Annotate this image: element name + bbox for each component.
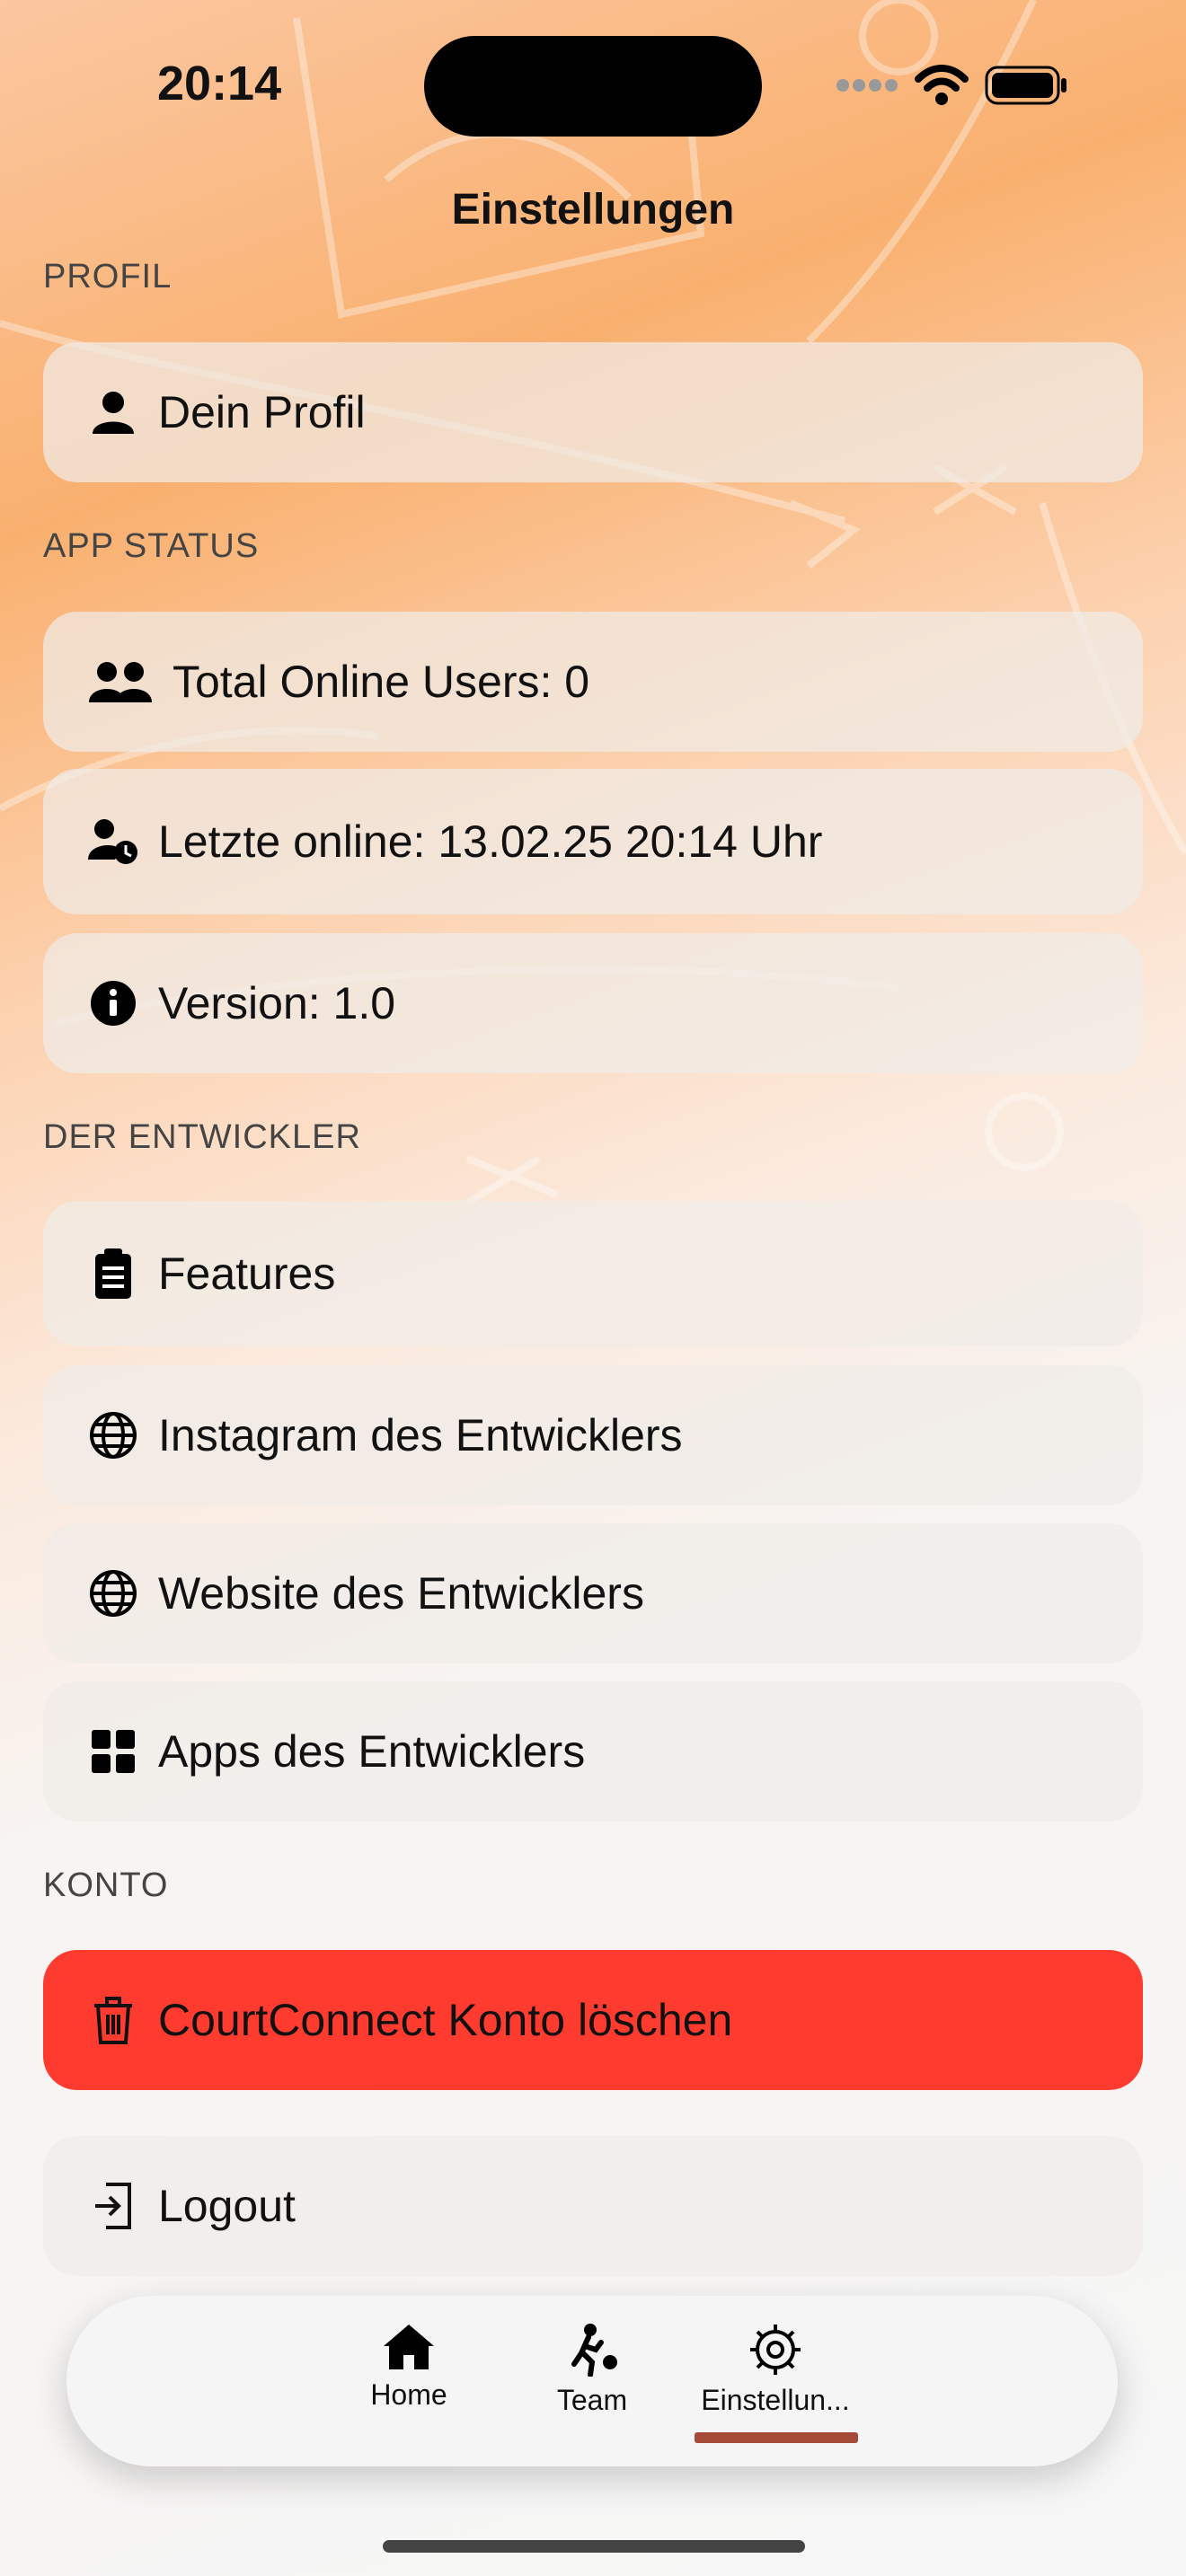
section-header-app-status: APP STATUS (43, 527, 260, 565)
section-header-profil: PROFIL (43, 258, 173, 296)
website-label: Website des Entwicklers (158, 1568, 644, 1619)
profile-row-label: Dein Profil (158, 387, 366, 437)
cellular-signal-icon (836, 79, 898, 92)
delete-account-label: CourtConnect Konto löschen (158, 1995, 733, 2045)
delete-account-button[interactable]: CourtConnect Konto löschen (43, 1950, 1143, 2090)
globe-icon (88, 1568, 138, 1619)
person-icon (88, 387, 138, 437)
online-users-row: Total Online Users: 0 (43, 612, 1143, 752)
last-online-label: Letzte online: 13.02.25 20:14 Uhr (158, 816, 823, 867)
dynamic-island (424, 36, 762, 137)
wifi-icon (915, 65, 969, 105)
tab-team[interactable]: Team (502, 2323, 682, 2417)
instagram-row[interactable]: Instagram des Entwicklers (43, 1365, 1143, 1505)
clipboard-icon (88, 1248, 138, 1299)
apps-row[interactable]: Apps des Entwicklers (43, 1681, 1143, 1822)
trash-icon (88, 1995, 138, 2045)
home-indicator[interactable] (383, 2540, 805, 2553)
online-users-label: Total Online Users: 0 (173, 657, 590, 707)
version-label: Version: 1.0 (158, 978, 396, 1028)
status-time: 20:14 (157, 57, 282, 110)
features-row[interactable]: Features (43, 1201, 1143, 1346)
tab-bar: Home Team Einstellun... (66, 2296, 1118, 2466)
tab-team-label: Team (556, 2384, 628, 2416)
tab-home[interactable]: Home (319, 2323, 499, 2412)
globe-icon (88, 1410, 138, 1460)
logout-button[interactable]: Logout (43, 2136, 1143, 2276)
selected-tab-indicator (695, 2432, 858, 2443)
logout-icon (88, 2181, 138, 2231)
battery-icon (985, 66, 1067, 105)
info-icon (88, 978, 138, 1028)
last-online-row: Letzte online: 13.02.25 20:14 Uhr (43, 769, 1143, 914)
gear-icon (750, 2325, 801, 2375)
instagram-label: Instagram des Entwicklers (158, 1410, 683, 1460)
logout-label: Logout (158, 2181, 296, 2231)
person-clock-icon (88, 816, 138, 867)
tab-settings[interactable]: Einstellun... (686, 2323, 865, 2417)
tab-home-label: Home (370, 2378, 447, 2411)
apps-label: Apps des Entwicklers (158, 1726, 586, 1777)
features-label: Features (158, 1248, 336, 1299)
grid-icon (88, 1726, 138, 1777)
version-row: Version: 1.0 (43, 933, 1143, 1073)
basketball-player-icon (571, 2324, 617, 2377)
people-icon (88, 657, 153, 707)
house-icon (384, 2325, 434, 2369)
tab-settings-label: Einstellun... (701, 2384, 850, 2416)
profile-row[interactable]: Dein Profil (43, 342, 1143, 482)
page-title: Einstellungen (451, 186, 735, 234)
status-icons (836, 63, 1067, 108)
section-header-konto: KONTO (43, 1866, 169, 1904)
section-header-entwickler: DER ENTWICKLER (43, 1118, 361, 1156)
website-row[interactable]: Website des Entwicklers (43, 1523, 1143, 1663)
